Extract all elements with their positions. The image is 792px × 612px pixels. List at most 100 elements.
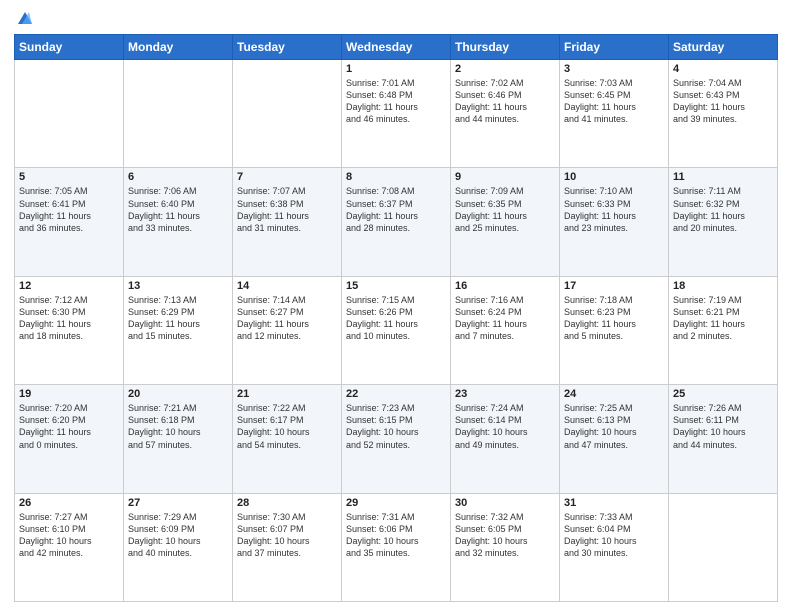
day-number: 24: [564, 388, 664, 400]
calendar-weekday-header: Wednesday: [342, 35, 451, 60]
calendar-cell: 23 Sunrise: 7:24 AM Sunset: 6:14 PM Dayli…: [451, 385, 560, 493]
day-number: 7: [237, 171, 337, 183]
day-info: Sunrise: 7:01 AM Sunset: 6:48 PM Dayligh…: [346, 77, 446, 126]
calendar-cell: 17 Sunrise: 7:18 AM Sunset: 6:23 PM Dayli…: [560, 276, 669, 384]
day-number: 15: [346, 280, 446, 292]
day-info: Sunrise: 7:26 AM Sunset: 6:11 PM Dayligh…: [673, 402, 773, 451]
calendar-weekday-header: Sunday: [15, 35, 124, 60]
calendar-week-row: 19Sunrise: 7:20 AM Sunset: 6:20 PM Dayli…: [15, 385, 778, 493]
day-info: Sunrise: 7:21 AM Sunset: 6:18 PM Dayligh…: [128, 402, 228, 451]
day-number: 17: [564, 280, 664, 292]
calendar-cell: 27 Sunrise: 7:29 AM Sunset: 6:09 PM Dayli…: [124, 493, 233, 601]
calendar-cell: 5Sunrise: 7:05 AM Sunset: 6:41 PM Daylig…: [15, 168, 124, 276]
calendar-cell: 12 Sunrise: 7:12 AM Sunset: 6:30 PM Dayli…: [15, 276, 124, 384]
day-number: 1: [346, 63, 446, 75]
calendar-weekday-header: Saturday: [669, 35, 778, 60]
calendar-cell: 15 Sunrise: 7:15 AM Sunset: 6:26 PM Dayli…: [342, 276, 451, 384]
day-number: 6: [128, 171, 228, 183]
day-info: Sunrise: 7:02 AM Sunset: 6:46 PM Dayligh…: [455, 77, 555, 126]
day-number: 2: [455, 63, 555, 75]
calendar-weekday-header: Thursday: [451, 35, 560, 60]
day-info: Sunrise: 7:32 AM Sunset: 6:05 PM Dayligh…: [455, 511, 555, 560]
day-info: Sunrise: 7:29 AM Sunset: 6:09 PM Dayligh…: [128, 511, 228, 560]
calendar-week-row: 26 Sunrise: 7:27 AM Sunset: 6:10 PM Dayli…: [15, 493, 778, 601]
day-number: 29: [346, 497, 446, 509]
header: [14, 10, 778, 28]
calendar-cell: 8 Sunrise: 7:08 AM Sunset: 6:37 PM Daylig…: [342, 168, 451, 276]
day-info: Sunrise: 7:11 AM Sunset: 6:32 PM Dayligh…: [673, 185, 773, 234]
day-info: Sunrise: 7:14 AM Sunset: 6:27 PM Dayligh…: [237, 294, 337, 343]
calendar-week-row: 5Sunrise: 7:05 AM Sunset: 6:41 PM Daylig…: [15, 168, 778, 276]
calendar-weekday-header: Friday: [560, 35, 669, 60]
calendar-cell: [15, 60, 124, 168]
calendar-cell: [233, 60, 342, 168]
day-info: Sunrise: 7:07 AM Sunset: 6:38 PM Dayligh…: [237, 185, 337, 234]
day-info: Sunrise: 7:13 AM Sunset: 6:29 PM Dayligh…: [128, 294, 228, 343]
calendar-cell: 11 Sunrise: 7:11 AM Sunset: 6:32 PM Dayli…: [669, 168, 778, 276]
day-number: 21: [237, 388, 337, 400]
calendar-cell: 31Sunrise: 7:33 AM Sunset: 6:04 PM Dayli…: [560, 493, 669, 601]
day-number: 10: [564, 171, 664, 183]
day-number: 11: [673, 171, 773, 183]
calendar-cell: 25 Sunrise: 7:26 AM Sunset: 6:11 PM Dayli…: [669, 385, 778, 493]
calendar-cell: 6Sunrise: 7:06 AM Sunset: 6:40 PM Daylig…: [124, 168, 233, 276]
calendar-cell: 13Sunrise: 7:13 AM Sunset: 6:29 PM Dayli…: [124, 276, 233, 384]
day-number: 4: [673, 63, 773, 75]
day-number: 18: [673, 280, 773, 292]
calendar-cell: 16 Sunrise: 7:16 AM Sunset: 6:24 PM Dayli…: [451, 276, 560, 384]
day-info: Sunrise: 7:16 AM Sunset: 6:24 PM Dayligh…: [455, 294, 555, 343]
day-info: Sunrise: 7:04 AM Sunset: 6:43 PM Dayligh…: [673, 77, 773, 126]
day-number: 9: [455, 171, 555, 183]
calendar-cell: 2 Sunrise: 7:02 AM Sunset: 6:46 PM Daylig…: [451, 60, 560, 168]
day-info: Sunrise: 7:08 AM Sunset: 6:37 PM Dayligh…: [346, 185, 446, 234]
calendar-cell: 19Sunrise: 7:20 AM Sunset: 6:20 PM Dayli…: [15, 385, 124, 493]
calendar-cell: 28 Sunrise: 7:30 AM Sunset: 6:07 PM Dayli…: [233, 493, 342, 601]
logo: [14, 10, 34, 28]
calendar-cell: 10 Sunrise: 7:10 AM Sunset: 6:33 PM Dayli…: [560, 168, 669, 276]
calendar-weekday-header: Monday: [124, 35, 233, 60]
day-number: 12: [19, 280, 119, 292]
calendar-cell: 26 Sunrise: 7:27 AM Sunset: 6:10 PM Dayli…: [15, 493, 124, 601]
calendar-cell: 14 Sunrise: 7:14 AM Sunset: 6:27 PM Dayli…: [233, 276, 342, 384]
day-info: Sunrise: 7:03 AM Sunset: 6:45 PM Dayligh…: [564, 77, 664, 126]
calendar-cell: 7 Sunrise: 7:07 AM Sunset: 6:38 PM Daylig…: [233, 168, 342, 276]
day-info: Sunrise: 7:31 AM Sunset: 6:06 PM Dayligh…: [346, 511, 446, 560]
day-info: Sunrise: 7:12 AM Sunset: 6:30 PM Dayligh…: [19, 294, 119, 343]
day-number: 23: [455, 388, 555, 400]
day-info: Sunrise: 7:24 AM Sunset: 6:14 PM Dayligh…: [455, 402, 555, 451]
day-info: Sunrise: 7:33 AM Sunset: 6:04 PM Dayligh…: [564, 511, 664, 560]
day-info: Sunrise: 7:30 AM Sunset: 6:07 PM Dayligh…: [237, 511, 337, 560]
calendar-cell: 20 Sunrise: 7:21 AM Sunset: 6:18 PM Dayli…: [124, 385, 233, 493]
day-number: 20: [128, 388, 228, 400]
calendar-cell: 3Sunrise: 7:03 AM Sunset: 6:45 PM Daylig…: [560, 60, 669, 168]
day-info: Sunrise: 7:18 AM Sunset: 6:23 PM Dayligh…: [564, 294, 664, 343]
calendar-header-row: SundayMondayTuesdayWednesdayThursdayFrid…: [15, 35, 778, 60]
calendar-week-row: 1 Sunrise: 7:01 AM Sunset: 6:48 PM Daylig…: [15, 60, 778, 168]
calendar-cell: [124, 60, 233, 168]
day-number: 8: [346, 171, 446, 183]
day-info: Sunrise: 7:15 AM Sunset: 6:26 PM Dayligh…: [346, 294, 446, 343]
day-number: 22: [346, 388, 446, 400]
calendar-cell: 29 Sunrise: 7:31 AM Sunset: 6:06 PM Dayli…: [342, 493, 451, 601]
day-info: Sunrise: 7:22 AM Sunset: 6:17 PM Dayligh…: [237, 402, 337, 451]
day-number: 25: [673, 388, 773, 400]
day-number: 5: [19, 171, 119, 183]
calendar-cell: 22 Sunrise: 7:23 AM Sunset: 6:15 PM Dayli…: [342, 385, 451, 493]
day-number: 28: [237, 497, 337, 509]
day-info: Sunrise: 7:27 AM Sunset: 6:10 PM Dayligh…: [19, 511, 119, 560]
day-number: 16: [455, 280, 555, 292]
calendar-table: SundayMondayTuesdayWednesdayThursdayFrid…: [14, 34, 778, 602]
calendar-cell: 18 Sunrise: 7:19 AM Sunset: 6:21 PM Dayli…: [669, 276, 778, 384]
day-info: Sunrise: 7:10 AM Sunset: 6:33 PM Dayligh…: [564, 185, 664, 234]
calendar-week-row: 12 Sunrise: 7:12 AM Sunset: 6:30 PM Dayli…: [15, 276, 778, 384]
logo-icon: [16, 10, 34, 28]
day-info: Sunrise: 7:23 AM Sunset: 6:15 PM Dayligh…: [346, 402, 446, 451]
day-number: 14: [237, 280, 337, 292]
day-info: Sunrise: 7:19 AM Sunset: 6:21 PM Dayligh…: [673, 294, 773, 343]
calendar-cell: 30Sunrise: 7:32 AM Sunset: 6:05 PM Dayli…: [451, 493, 560, 601]
calendar-weekday-header: Tuesday: [233, 35, 342, 60]
day-number: 27: [128, 497, 228, 509]
day-number: 26: [19, 497, 119, 509]
calendar-cell: 21 Sunrise: 7:22 AM Sunset: 6:17 PM Dayli…: [233, 385, 342, 493]
day-number: 19: [19, 388, 119, 400]
